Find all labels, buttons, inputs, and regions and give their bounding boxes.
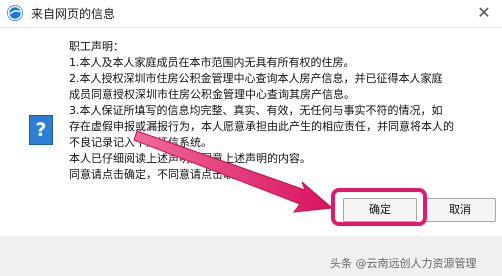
watermark: 头条 @云南远创人力资源管理 <box>330 257 477 270</box>
ok-button-highlight <box>331 188 427 226</box>
pointer-arrow-icon <box>133 130 334 213</box>
cancel-button[interactable]: 取消 <box>424 198 496 222</box>
